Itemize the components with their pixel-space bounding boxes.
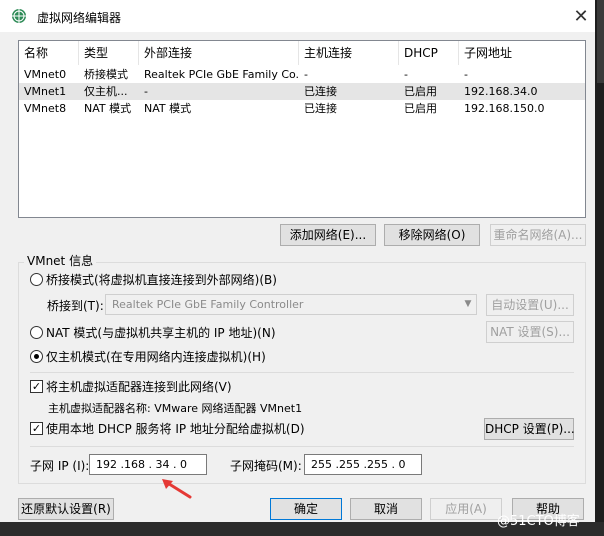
cell-type: NAT 模式 <box>84 102 132 115</box>
list-header: 名称 类型 外部连接 主机连接 DHCP 子网地址 <box>19 41 585 65</box>
chevron-down-icon: ▼ <box>464 299 472 309</box>
host-only-radio[interactable] <box>30 350 43 363</box>
cell-name: VMnet0 <box>24 68 67 81</box>
cell-type: 仅主机... <box>84 85 128 98</box>
globe-network-icon <box>11 8 27 24</box>
table-row[interactable]: VMnet8 NAT 模式 NAT 模式 已连接 已启用 192.168.150… <box>19 100 585 117</box>
dhcp-label: 使用本地 DHCP 服务将 IP 地址分配给虚拟机(D) <box>46 422 305 436</box>
table-row[interactable]: VMnet0 桥接模式 Realtek PCIe GbE Family Co..… <box>19 66 585 83</box>
vmnet-info-legend: VMnet 信息 <box>24 252 97 269</box>
close-icon: ✕ <box>573 5 589 27</box>
cell-host: 已连接 <box>304 102 337 115</box>
bridge-to-select[interactable]: Realtek PCIe GbE Family Controller <box>105 294 477 315</box>
adapter-name-label: 主机虚拟适配器名称: VMware 网络适配器 VMnet1 <box>48 402 303 415</box>
restore-defaults-button[interactable]: 还原默认设置(R) <box>18 498 114 520</box>
ok-button[interactable]: 确定 <box>270 498 342 520</box>
column-header-name[interactable]: 名称 <box>19 41 79 65</box>
checkmark-icon: ✓ <box>31 380 42 393</box>
table-row-selected[interactable]: VMnet1 仅主机... - 已连接 已启用 192.168.34.0 <box>19 83 585 100</box>
add-network-button[interactable]: 添加网络(E)... <box>280 224 376 246</box>
bridge-to-label: 桥接到(T): <box>47 299 104 313</box>
checkmark-icon: ✓ <box>31 422 42 435</box>
cell-external: NAT 模式 <box>144 102 192 115</box>
close-button[interactable]: ✕ <box>566 2 596 30</box>
cell-subnet: 192.168.34.0 <box>464 85 538 98</box>
cell-external: Realtek PCIe GbE Family Co... <box>144 68 299 81</box>
column-header-subnet[interactable]: 子网地址 <box>459 41 585 65</box>
dhcp-settings-button[interactable]: DHCP 设置(P)... <box>484 418 575 440</box>
cell-dhcp: 已启用 <box>404 85 437 98</box>
column-header-host[interactable]: 主机连接 <box>299 41 399 65</box>
bridged-mode-label: 桥接模式(将虚拟机直接连接到外部网络)(B) <box>46 273 277 287</box>
apply-button[interactable]: 应用(A) <box>430 498 502 520</box>
bridge-to-value: Realtek PCIe GbE Family Controller <box>112 298 304 311</box>
network-list[interactable]: 名称 类型 外部连接 主机连接 DHCP 子网地址 VMnet0 桥接模式 Re… <box>18 40 586 218</box>
red-arrow-icon <box>160 478 194 500</box>
watermark-text: @51CTO博客 <box>497 514 580 529</box>
host-only-label: 仅主机模式(在专用网络内连接虚拟机)(H) <box>46 350 266 364</box>
auto-settings-button[interactable]: 自动设置(U)... <box>486 294 574 316</box>
divider <box>30 372 574 373</box>
cell-host: 已连接 <box>304 85 337 98</box>
column-header-external[interactable]: 外部连接 <box>139 41 299 65</box>
connect-adapter-checkbox[interactable]: ✓ <box>30 380 43 393</box>
cell-name: VMnet1 <box>24 85 67 98</box>
subnet-ip-label: 子网 IP (I): <box>30 459 90 473</box>
cell-type: 桥接模式 <box>84 68 128 81</box>
cell-host: - <box>304 68 308 81</box>
nat-mode-radio[interactable] <box>30 326 43 339</box>
connect-adapter-label: 将主机虚拟适配器连接到此网络(V) <box>46 380 232 394</box>
window-title: 虚拟网络编辑器 <box>37 11 122 25</box>
cell-dhcp: 已启用 <box>404 102 437 115</box>
subnet-mask-label: 子网掩码(M): <box>230 459 302 473</box>
cancel-button[interactable]: 取消 <box>350 498 422 520</box>
cell-name: VMnet8 <box>24 102 67 115</box>
remove-network-button[interactable]: 移除网络(O) <box>384 224 480 246</box>
rename-network-button[interactable]: 重命名网络(A)... <box>490 224 586 246</box>
background-window-strip <box>597 0 604 83</box>
cell-external: - <box>144 85 148 98</box>
column-header-dhcp[interactable]: DHCP <box>399 41 459 65</box>
nat-mode-label: NAT 模式(与虚拟机共享主机的 IP 地址)(N) <box>46 326 276 340</box>
column-header-type[interactable]: 类型 <box>79 41 139 65</box>
divider <box>30 446 574 447</box>
bridged-mode-radio[interactable] <box>30 273 43 286</box>
subnet-mask-input[interactable]: 255 .255 .255 . 0 <box>304 454 422 475</box>
cell-dhcp: - <box>404 68 408 81</box>
cell-subnet: - <box>464 68 468 81</box>
nat-settings-button[interactable]: NAT 设置(S)... <box>486 321 574 343</box>
cell-subnet: 192.168.150.0 <box>464 102 545 115</box>
subnet-ip-input[interactable]: 192 .168 . 34 . 0 <box>89 454 207 475</box>
dhcp-checkbox[interactable]: ✓ <box>30 422 43 435</box>
